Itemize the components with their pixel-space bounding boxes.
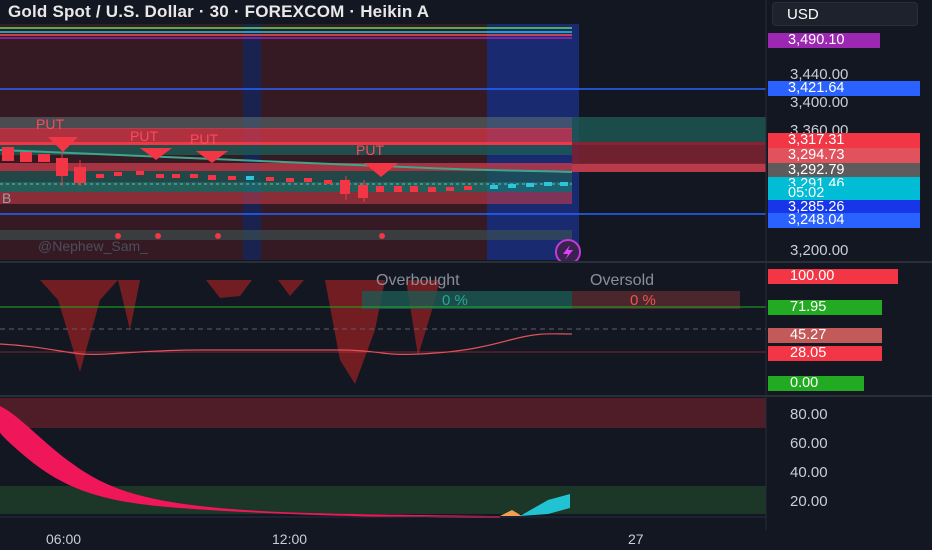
osc-tag-100: 100.00 [768,269,898,284]
put-signal-label: PUT [356,142,384,158]
oversold-percent: 0 % [630,292,656,309]
lower-tick: 80.00 [790,406,828,423]
oversold-label: Oversold [590,272,655,289]
overbought-label: Overbought [376,272,460,289]
osc-tag-lower: 28.05 [768,346,882,361]
price-tag-blue: 3,421.64 [768,81,920,96]
time-label: 06:00 [46,531,82,547]
put-signal-label: PUT [130,128,158,144]
price-tag-pink: 3,294.73 [768,148,920,163]
price-tick: 3,200.00 [790,242,849,259]
price-tag-purple: 3,490.10 [768,33,880,48]
lower-tick: 60.00 [790,435,828,452]
osc-tag-value: 45.27 [768,328,882,343]
pane-separator[interactable] [0,395,932,397]
overbought-percent: 0 % [442,292,468,309]
price-tag-red: 3,317.31 [768,133,920,148]
lower-tick: 40.00 [790,464,828,481]
author-watermark: @Nephew_Sam_ [38,238,148,254]
date-label: 27 [628,531,644,547]
zone-label: B [2,190,12,206]
osc-tag-upper: 71.95 [768,300,882,315]
pane-separator[interactable] [0,261,932,263]
time-label: 12:00 [272,531,308,547]
put-signal-label: PUT [36,116,64,132]
price-tag-blue-low: 3,248.04 [768,213,920,228]
currency-button[interactable]: USD [772,2,918,26]
lower-tick: 20.00 [790,493,828,510]
price-tick: 3,400.00 [790,94,849,111]
put-signal-label: PUT [190,131,218,147]
symbol-title[interactable]: Gold Spot / U.S. Dollar · 30 · FOREXCOM … [8,2,429,22]
osc-tag-zero: 0.00 [768,376,864,391]
